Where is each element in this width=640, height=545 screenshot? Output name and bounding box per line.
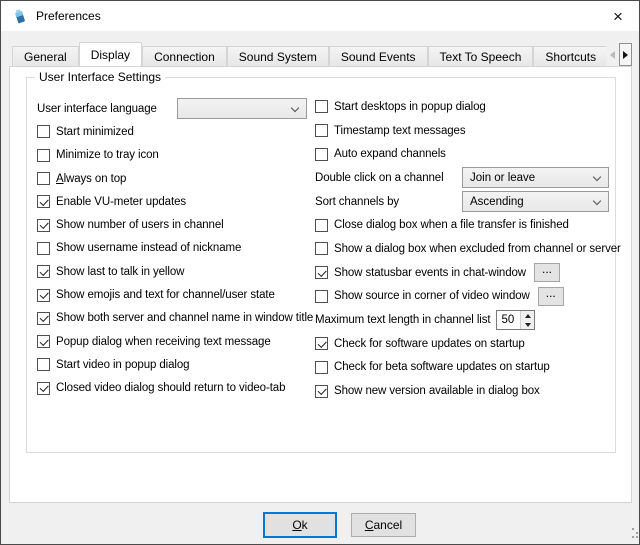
sort-channels-select[interactable]: Ascending xyxy=(462,191,609,212)
ok-button[interactable]: Ok xyxy=(263,512,337,538)
checkbox-beta-updates[interactable] xyxy=(315,361,328,374)
checkbox-row-vu-meter[interactable]: Enable VU-meter updates xyxy=(37,190,317,213)
checkbox-new-version-dialog[interactable] xyxy=(315,385,328,398)
double-click-label: Double click on a channel xyxy=(315,172,462,184)
language-row: User interface language xyxy=(37,97,317,120)
spin-down-icon[interactable] xyxy=(521,320,534,329)
checkbox-video-popup[interactable] xyxy=(37,358,50,371)
checkbox-row-new-version-dialog[interactable]: Show new version available in dialog box xyxy=(315,379,627,403)
sort-channels-label: Sort channels by xyxy=(315,196,462,208)
checkbox-row-username-instead[interactable]: Show username instead of nickname xyxy=(37,237,317,260)
double-click-select[interactable]: Join or leave xyxy=(462,167,609,188)
window-title: Preferences xyxy=(36,9,101,23)
tab-sound-events[interactable]: Sound Events xyxy=(329,46,428,66)
checkbox-row-close-file-transfer[interactable]: Close dialog box when a file transfer is… xyxy=(315,213,627,237)
chevron-down-icon xyxy=(593,173,601,181)
close-icon[interactable]: × xyxy=(607,8,629,25)
checkbox-row-emojis[interactable]: Show emojis and text for channel/user st… xyxy=(37,283,317,306)
checkbox-window-title[interactable] xyxy=(37,312,50,325)
cancel-button[interactable]: Cancel xyxy=(351,513,416,537)
checkbox-row-always-on-top[interactable]: Always on top xyxy=(37,167,317,190)
video-source-row: Show source in corner of video window ..… xyxy=(315,285,627,309)
language-select[interactable] xyxy=(177,98,307,119)
max-text-length-spinner[interactable]: 50 xyxy=(496,310,535,330)
chevron-down-icon xyxy=(291,104,299,112)
checkbox-timestamp[interactable] xyxy=(315,124,328,137)
tab-scroll-right-icon[interactable] xyxy=(619,43,632,66)
checkbox-desktops-popup[interactable] xyxy=(315,100,328,113)
checkbox-row-window-title[interactable]: Show both server and channel name in win… xyxy=(37,307,317,330)
title-bar: Preferences × xyxy=(1,1,639,31)
checkbox-row-desktops-popup[interactable]: Start desktops in popup dialog xyxy=(315,95,627,119)
chevron-down-icon xyxy=(593,197,601,205)
checkbox-video-source[interactable] xyxy=(315,290,328,303)
video-source-more-button[interactable]: ... xyxy=(538,287,564,306)
checkbox-statusbar-events[interactable] xyxy=(315,266,328,279)
checkbox-user-count[interactable] xyxy=(37,219,50,232)
checkbox-vu-meter[interactable] xyxy=(37,195,50,208)
checkbox-row-software-updates[interactable]: Check for software updates on startup xyxy=(315,332,627,356)
tab-scroll-left-icon[interactable] xyxy=(606,43,619,66)
app-icon xyxy=(11,8,28,25)
checkbox-minimize-to-tray[interactable] xyxy=(37,149,50,162)
user-interface-settings-group: User Interface Settings User interface l… xyxy=(26,77,616,453)
sort-channels-row: Sort channels by Ascending xyxy=(315,190,627,214)
checkbox-excluded-dialog[interactable] xyxy=(315,242,328,255)
checkbox-row-minimize-to-tray[interactable]: Minimize to tray icon xyxy=(37,144,317,167)
checkbox-emojis[interactable] xyxy=(37,289,50,302)
checkbox-username-instead[interactable] xyxy=(37,242,50,255)
checkbox-close-file-transfer[interactable] xyxy=(315,219,328,232)
tab-bar: GeneralDisplayConnectionSound SystemSoun… xyxy=(9,42,606,66)
preferences-tab-widget: GeneralDisplayConnectionSound SystemSoun… xyxy=(9,42,632,503)
checkbox-row-beta-updates[interactable]: Check for beta software updates on start… xyxy=(315,356,627,380)
checkbox-always-on-top[interactable] xyxy=(37,172,50,185)
max-text-length-label: Maximum text length in channel list xyxy=(315,314,490,326)
checkbox-row-start-minimized[interactable]: Start minimized xyxy=(37,120,317,143)
double-click-row: Double click on a channel Join or leave xyxy=(315,166,627,190)
checkbox-row-excluded-dialog[interactable]: Show a dialog box when excluded from cha… xyxy=(315,237,627,261)
tab-display[interactable]: Display xyxy=(79,42,142,66)
left-settings-column: User interface language Start minimized … xyxy=(37,97,317,400)
statusbar-events-more-button[interactable]: ... xyxy=(534,263,560,282)
max-text-length-row: Maximum text length in channel list 50 xyxy=(315,308,627,332)
checkbox-row-timestamp[interactable]: Timestamp text messages xyxy=(315,119,627,143)
tab-text-to-speech[interactable]: Text To Speech xyxy=(428,46,534,66)
preferences-dialog: Preferences × GeneralDisplayConnectionSo… xyxy=(0,0,640,545)
tab-connection[interactable]: Connection xyxy=(142,46,227,66)
group-title: User Interface Settings xyxy=(35,70,165,84)
checkbox-start-minimized[interactable] xyxy=(37,125,50,138)
tab-scroll-buttons xyxy=(606,43,632,66)
tab-general[interactable]: General xyxy=(12,46,79,66)
checkbox-last-to-talk[interactable] xyxy=(37,265,50,278)
checkbox-row-popup-text-message[interactable]: Popup dialog when receiving text message xyxy=(37,330,317,353)
tab-sound-system[interactable]: Sound System xyxy=(227,46,329,66)
checkbox-row-video-popup[interactable]: Start video in popup dialog xyxy=(37,353,317,376)
checkbox-row-auto-expand[interactable]: Auto expand channels xyxy=(315,142,627,166)
display-tab-page: User Interface Settings User interface l… xyxy=(9,66,632,503)
checkbox-auto-expand[interactable] xyxy=(315,148,328,161)
checkbox-row-closed-video[interactable]: Closed video dialog should return to vid… xyxy=(37,377,317,400)
language-label: User interface language xyxy=(37,103,177,115)
checkbox-popup-text-message[interactable] xyxy=(37,335,50,348)
checkbox-software-updates[interactable] xyxy=(315,337,328,350)
resize-grip-icon[interactable] xyxy=(623,528,634,539)
checkbox-row-user-count[interactable]: Show number of users in channel xyxy=(37,213,317,236)
right-settings-column: Start desktops in popup dialog Timestamp… xyxy=(315,95,627,403)
tab-shortcuts[interactable]: Shortcuts xyxy=(533,46,606,66)
spin-up-icon[interactable] xyxy=(521,311,534,320)
checkbox-row-last-to-talk[interactable]: Show last to talk in yellow xyxy=(37,260,317,283)
statusbar-events-row: Show statusbar events in chat-window ... xyxy=(315,261,627,285)
checkbox-closed-video[interactable] xyxy=(37,382,50,395)
